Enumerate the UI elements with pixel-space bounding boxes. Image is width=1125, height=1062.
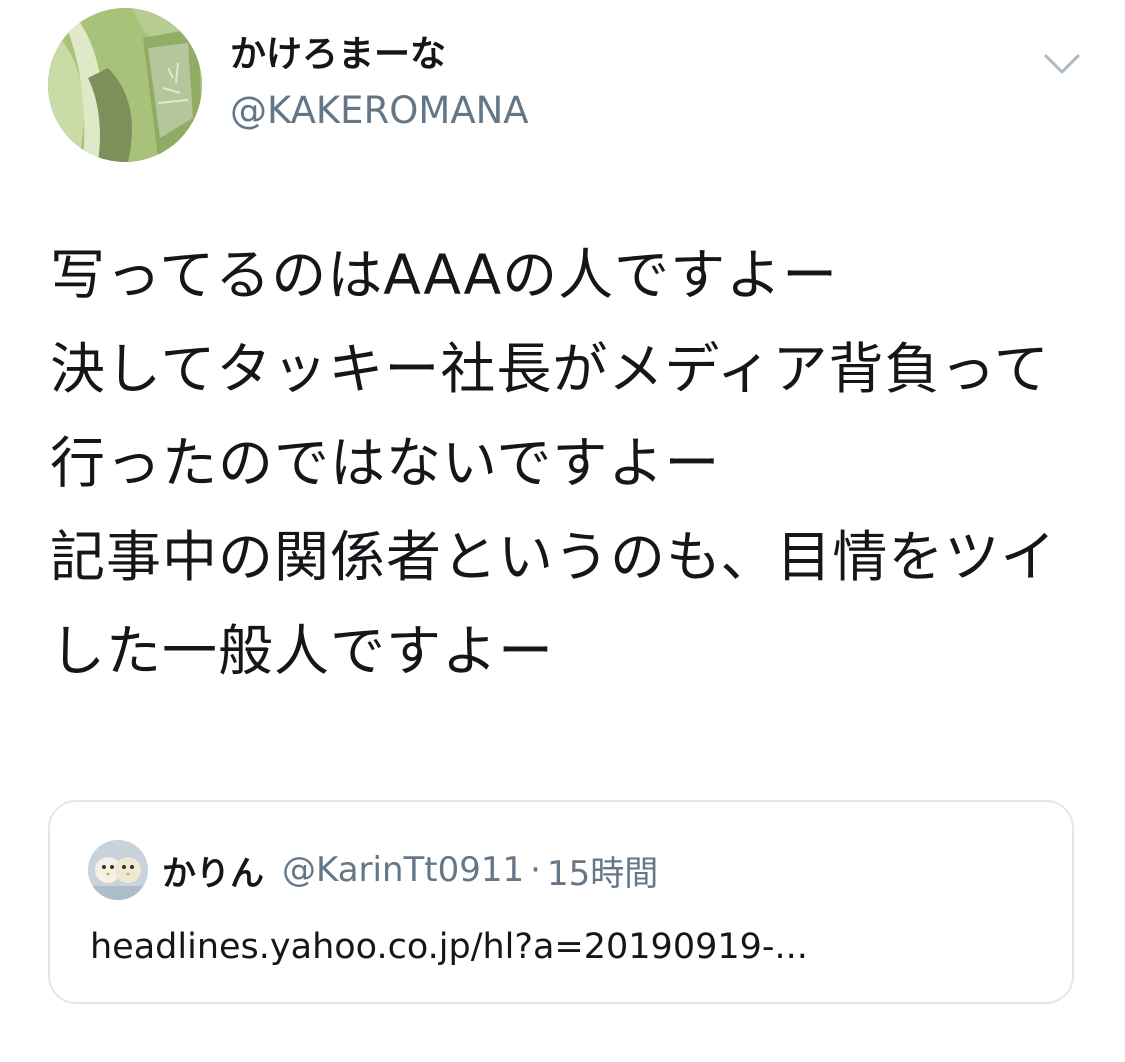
- author-display-name[interactable]: かけろまーな: [230, 30, 446, 80]
- quoted-tweet-link[interactable]: headlines.yahoo.co.jp/hl?a=20190919-...: [90, 922, 808, 972]
- author-avatar[interactable]: [48, 8, 202, 162]
- quoted-tweet-display-name: かりん: [162, 853, 264, 894]
- quoted-tweet-card[interactable]: かりん @KarinTt0911 · 15時間 headlines.yahoo.…: [48, 800, 1074, 1004]
- quoted-tweet-header: かりん @KarinTt0911 · 15時間: [162, 844, 658, 896]
- chevron-down-icon: [1044, 54, 1080, 74]
- quoted-tweet-avatar[interactable]: [88, 840, 148, 900]
- quoted-tweet-timestamp: 15時間: [546, 853, 659, 894]
- tweet-text: 写ってるのはAAAの人ですよー 決してタッキー社長がメディア背負って行ったのでは…: [50, 243, 1057, 683]
- author-handle[interactable]: @KAKEROMANA: [230, 86, 529, 136]
- quoted-tweet-separator: ·: [530, 850, 541, 890]
- tweet-menu-button[interactable]: [1040, 44, 1084, 84]
- profile-photo-icon: [88, 840, 148, 900]
- quoted-tweet-handle: @KarinTt0911: [282, 850, 525, 890]
- profile-photo-icon: [48, 8, 202, 162]
